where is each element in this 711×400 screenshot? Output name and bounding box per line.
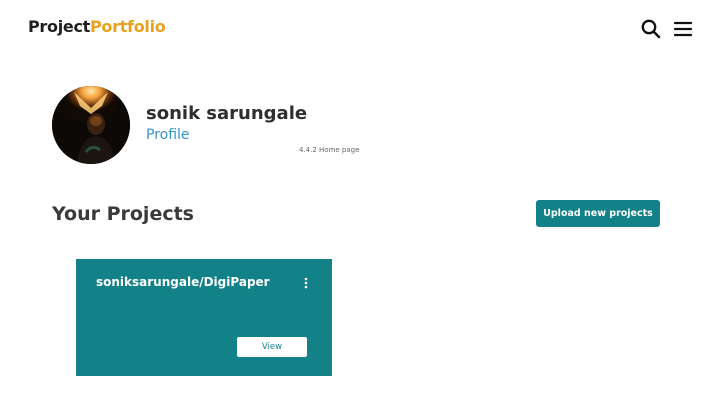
profile-link[interactable]: Profile [146,127,190,143]
view-button[interactable]: View [237,337,307,357]
project-title[interactable]: soniksarungale/DigiPaper [96,275,270,289]
page: ProjectPortfolio sonik sarungale Profile… [0,0,711,400]
project-card: soniksarungale/DigiPaper View [76,259,332,376]
upload-projects-button[interactable]: Upload new projects [536,200,660,227]
user-name: sonik sarungale [146,103,308,124]
section-title: Your Projects [52,203,194,225]
more-vertical-icon[interactable] [302,276,310,290]
avatar [52,86,130,164]
logo-text-project: Project [28,17,90,36]
hamburger-menu-icon[interactable] [672,18,694,40]
version-note: 4.4.2 Home page [299,146,360,154]
logo-text-portfolio: Portfolio [89,17,166,36]
app-logo[interactable]: ProjectPortfolio [28,17,166,36]
search-icon[interactable] [640,18,662,40]
